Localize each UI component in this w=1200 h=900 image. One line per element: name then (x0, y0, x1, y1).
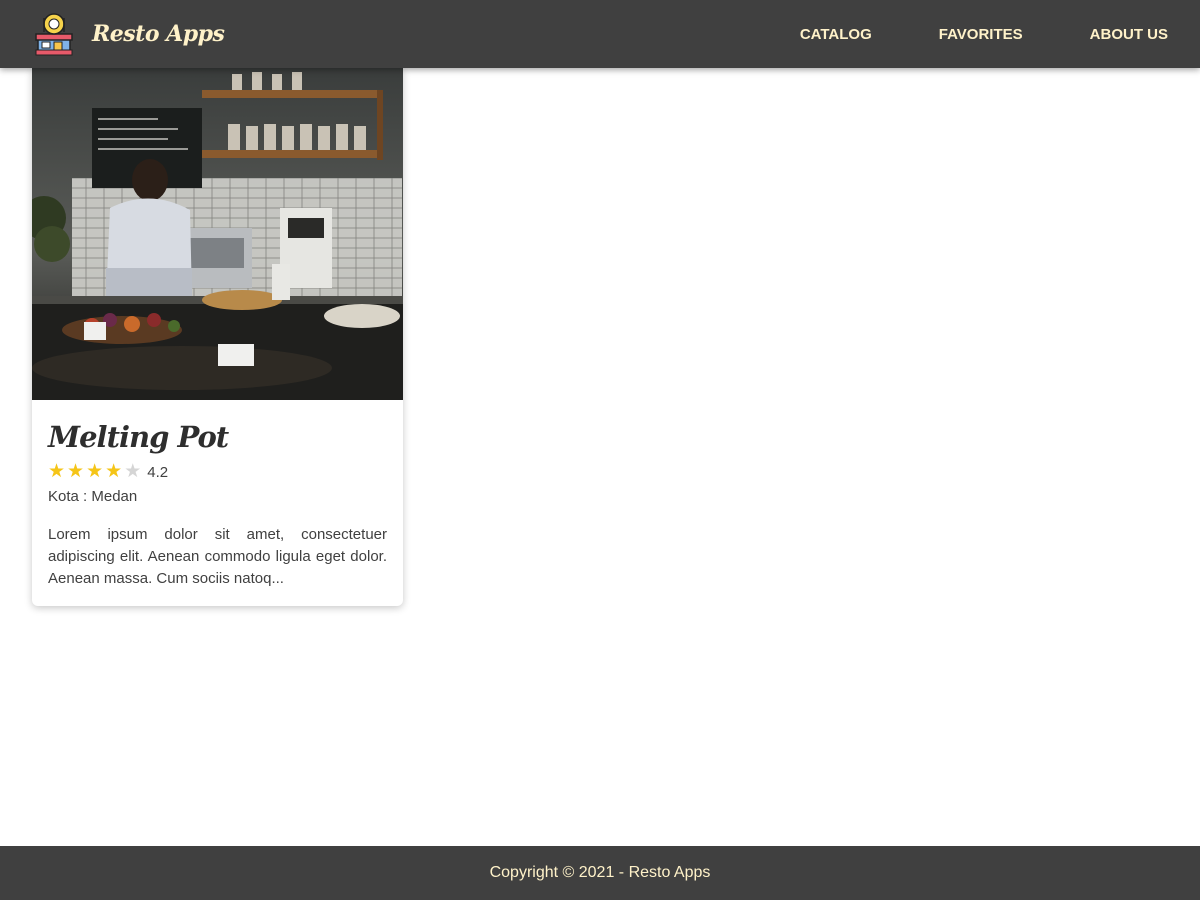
main-nav: CATALOG FAVORITES ABOUT US (733, 26, 1168, 43)
restaurant-list: Melting Pot ★ ★ ★ ★ ★ 4.2 Kota : Medan L… (32, 68, 403, 606)
rating: ★ ★ ★ ★ ★ 4.2 (48, 462, 387, 482)
restaurant-name[interactable]: Melting Pot (48, 418, 387, 456)
navbar: Resto Apps CATALOG FAVORITES ABOUT US (0, 0, 1200, 68)
star-empty-icon: ★ (124, 461, 142, 482)
footer: Copyright © 2021 - Resto Apps (0, 846, 1200, 900)
card-body: Melting Pot ★ ★ ★ ★ ★ 4.2 Kota : Medan L… (32, 400, 403, 606)
nav-about-us-link[interactable]: ABOUT US (1090, 26, 1168, 43)
restaurant-storefront-icon (35, 13, 73, 56)
copyright-text: Copyright © 2021 - Resto Apps (489, 864, 711, 881)
restaurant-card[interactable]: Melting Pot ★ ★ ★ ★ ★ 4.2 Kota : Medan L… (32, 68, 403, 606)
brand-name: Resto Apps (92, 21, 225, 47)
nav-catalog-link[interactable]: CATALOG (800, 26, 872, 43)
restaurant-city: Kota : Medan (48, 486, 387, 508)
city-value: Medan (91, 488, 138, 505)
star-filled-icon: ★ (86, 461, 104, 482)
restaurant-description: Lorem ipsum dolor sit amet, consectetuer… (48, 526, 387, 587)
star-filled-icon: ★ (105, 461, 123, 482)
city-label: Kota : (48, 488, 92, 505)
star-filled-icon: ★ (48, 461, 66, 482)
brand[interactable]: Resto Apps (32, 12, 225, 56)
cafe-kitchen-photo (32, 68, 403, 400)
star-filled-icon: ★ (67, 461, 85, 482)
nav-favorites-link[interactable]: FAVORITES (939, 26, 1023, 43)
rating-value: 4.2 (147, 463, 169, 481)
